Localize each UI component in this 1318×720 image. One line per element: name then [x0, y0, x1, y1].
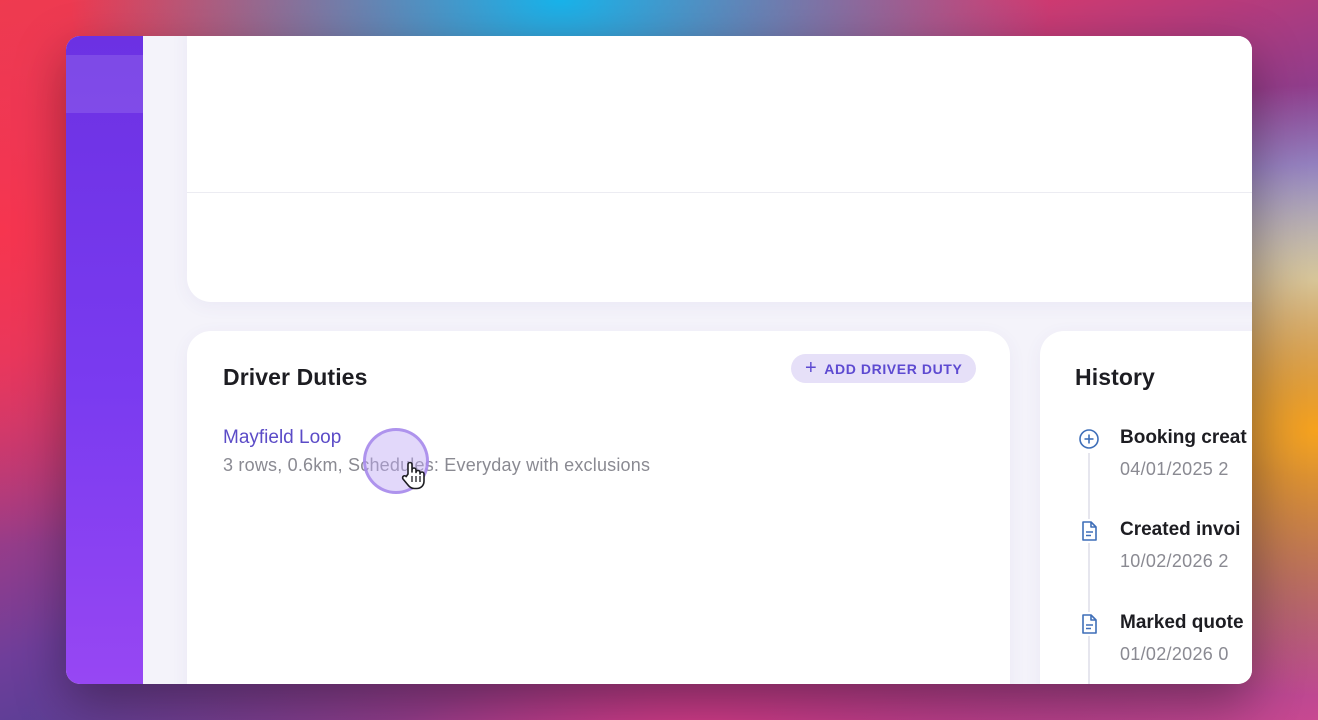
sidebar-item-active[interactable] [66, 55, 143, 113]
history-item-date: 04/01/2025 2 [1120, 459, 1229, 479]
history-list: Booking creat 04/01/2025 2 Created invoi… [1040, 331, 1252, 684]
history-item: Marked quote 01/02/2026 0 [1040, 612, 1252, 684]
history-item-date: 10/02/2026 2 [1120, 551, 1229, 571]
history-item: Booking creat 04/01/2025 2 [1040, 427, 1252, 507]
driver-duties-card: Driver Duties + ADD DRIVER DUTY Mayfield… [187, 331, 1010, 684]
plus-icon: + [805, 356, 818, 379]
app-window: Driver Duties + ADD DRIVER DUTY Mayfield… [66, 36, 1252, 684]
driver-duties-title: Driver Duties [223, 364, 368, 390]
history-card: History Booking creat 04/01/2025 2 Creat… [1040, 331, 1252, 684]
plus-circle-icon [1077, 427, 1101, 451]
history-item-title: Marked quote [1120, 612, 1244, 633]
top-card [187, 36, 1252, 302]
history-item-title: Booking creat [1120, 427, 1247, 448]
duty-link[interactable]: Mayfield Loop [223, 427, 341, 449]
sidebar [66, 36, 143, 684]
add-driver-duty-button[interactable]: + ADD DRIVER DUTY [791, 354, 977, 383]
hand-cursor-icon [401, 461, 425, 490]
history-item-date: 01/02/2026 0 [1120, 644, 1229, 664]
history-item: Created invoi 10/02/2026 2 [1040, 519, 1252, 599]
history-item-title: Created invoi [1120, 519, 1241, 540]
document-icon [1077, 612, 1101, 636]
add-driver-duty-label: ADD DRIVER DUTY [824, 360, 963, 377]
document-icon [1077, 519, 1101, 543]
card-divider [187, 192, 1252, 193]
duty-description: 3 rows, 0.6km, Schedules: Everyday with … [223, 455, 651, 475]
